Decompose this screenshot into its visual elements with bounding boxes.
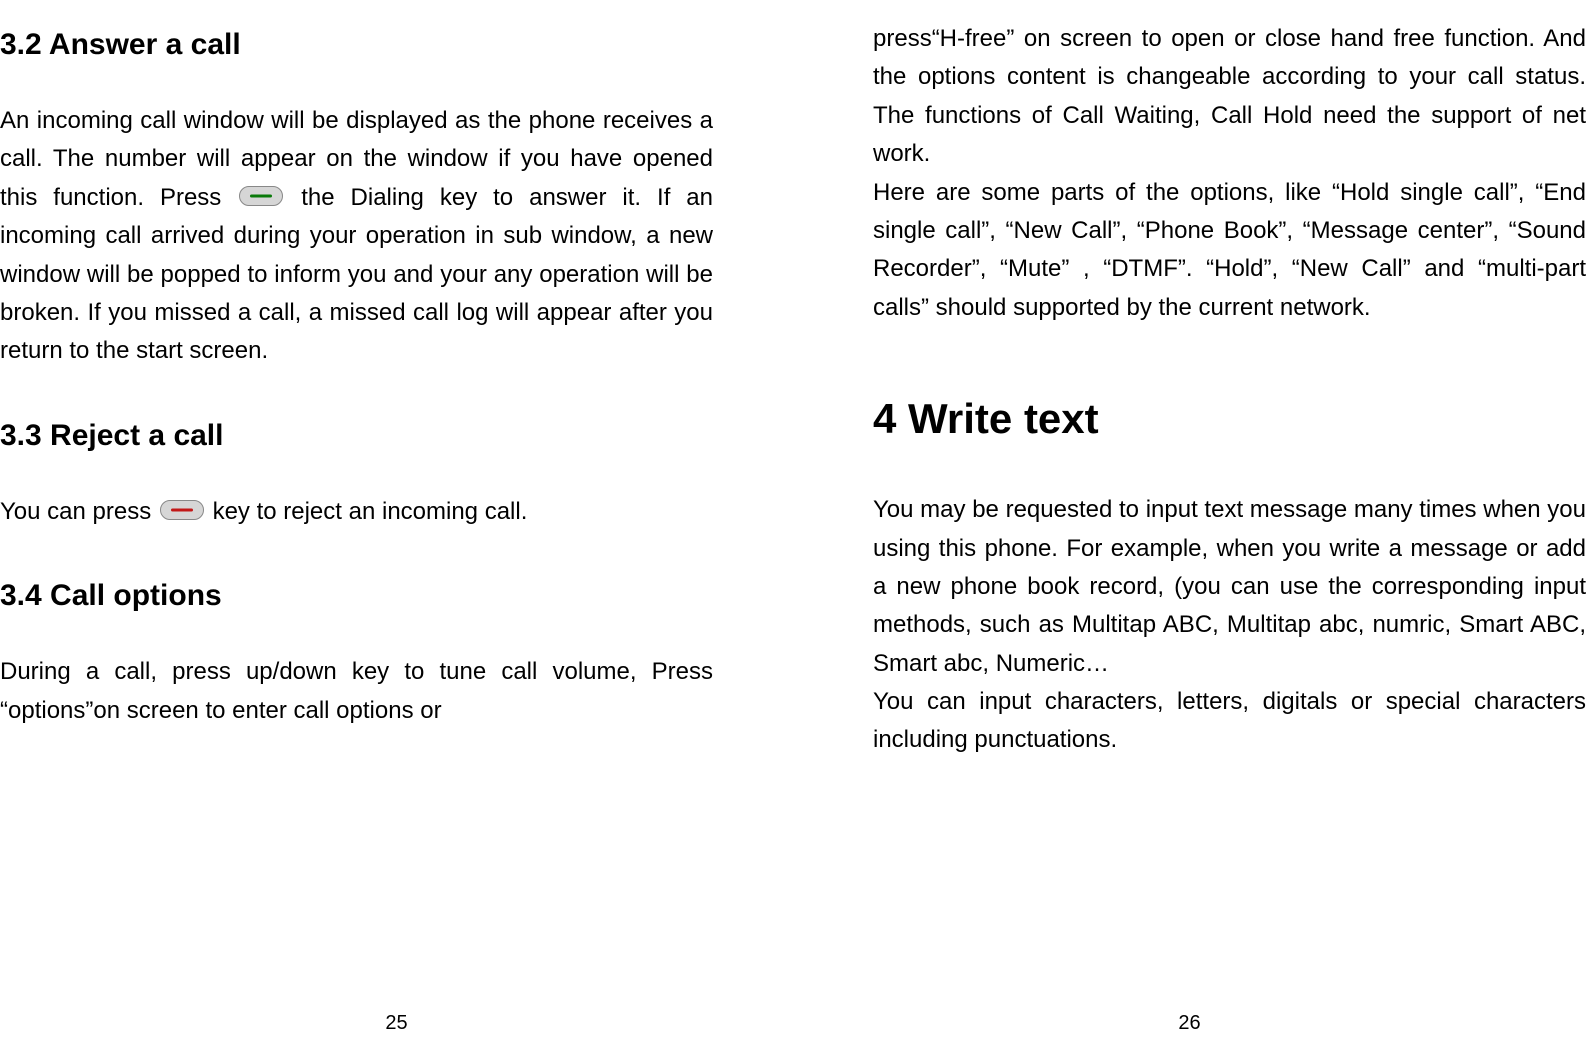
paragraph-4-2: You can input characters, letters, digit… xyxy=(873,683,1586,760)
heading-3-2: 3.2 Answer a call xyxy=(0,28,713,62)
paragraph-cont-1: press“H-free” on screen to open or close… xyxy=(873,20,1586,174)
page-number-right: 26 xyxy=(1178,1012,1200,1035)
paragraph-3-2: An incoming call window will be displaye… xyxy=(0,102,713,371)
text-3-3-a: You can press xyxy=(0,498,158,525)
paragraph-4-1: You may be requested to input text messa… xyxy=(873,491,1586,683)
dial-key-icon xyxy=(239,186,283,206)
heading-3-4: 3.4 Call options xyxy=(0,579,713,613)
heading-3-3: 3.3 Reject a call xyxy=(0,419,713,453)
paragraph-cont-2: Here are some parts of the options, like… xyxy=(873,174,1586,328)
paragraph-3-3: You can press key to reject an incoming … xyxy=(0,493,713,531)
page-left: 3.2 Answer a call An incoming call windo… xyxy=(0,0,793,1043)
heading-4: 4 Write text xyxy=(873,395,1586,443)
page-number-left: 25 xyxy=(385,1012,407,1035)
page-right: press“H-free” on screen to open or close… xyxy=(793,0,1586,1043)
text-3-3-b: key to reject an incoming call. xyxy=(213,498,528,525)
paragraph-3-4: During a call, press up/down key to tune… xyxy=(0,653,713,730)
reject-key-icon xyxy=(160,500,204,520)
